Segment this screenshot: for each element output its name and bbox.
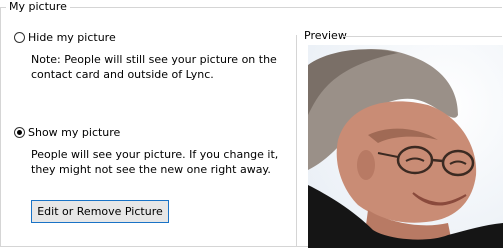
profile-photo-image	[308, 45, 503, 248]
show-picture-label[interactable]: Show my picture	[28, 126, 120, 139]
hide-picture-label[interactable]: Hide my picture	[28, 31, 116, 44]
preview-label: Preview	[304, 29, 347, 42]
profile-photo	[308, 45, 503, 248]
radio-indicator-checked[interactable]	[14, 127, 25, 138]
edit-remove-picture-button[interactable]: Edit or Remove Picture	[31, 200, 169, 223]
hide-picture-radio[interactable]: Hide my picture	[14, 31, 116, 44]
show-picture-note: People will see your picture. If you cha…	[31, 148, 279, 176]
group-title: My picture	[6, 0, 70, 14]
show-picture-radio[interactable]: Show my picture	[14, 126, 120, 139]
radio-indicator[interactable]	[14, 32, 25, 43]
preview-rule	[343, 36, 502, 37]
preview-divider	[296, 35, 297, 247]
hide-picture-note: Note: People will still see your picture…	[31, 53, 277, 81]
